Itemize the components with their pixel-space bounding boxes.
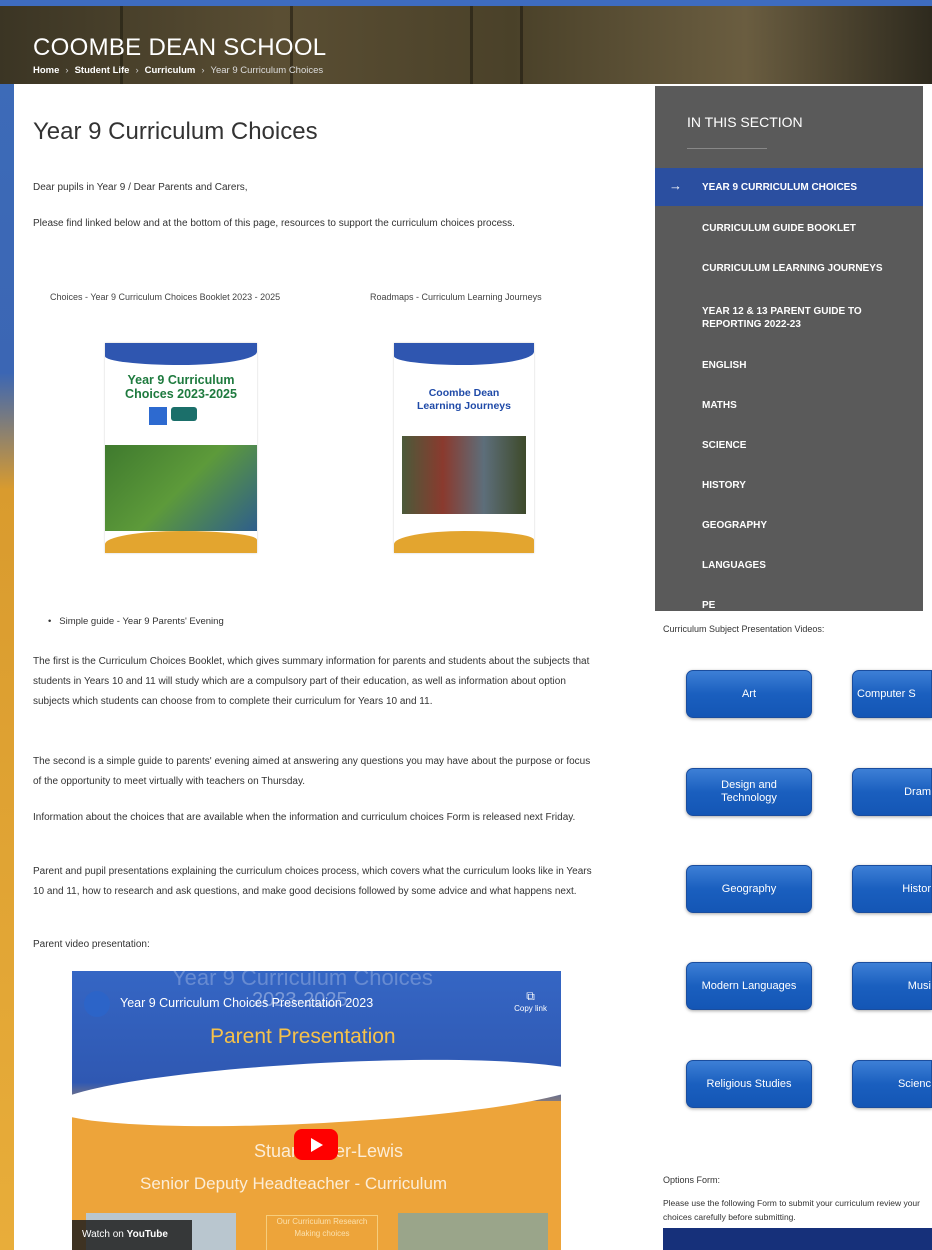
paragraph-booklet: The first is the Curriculum Choices Book… bbox=[33, 656, 590, 707]
channel-logo-icon[interactable] bbox=[84, 991, 110, 1017]
video-info-box: Our Curriculum Research Making choices bbox=[266, 1215, 378, 1250]
nav-item-label: PE bbox=[702, 600, 716, 611]
options-form-label: Options Form: bbox=[663, 1175, 721, 1185]
geography-video-button[interactable]: Geography bbox=[686, 865, 812, 913]
presenter-role: Senior Deputy Headteacher - Curriculum bbox=[140, 1174, 448, 1193]
learning-journeys-cover-image[interactable]: Coombe Dean Learning Journeys bbox=[394, 343, 534, 553]
nav-item-english[interactable]: ENGLISH bbox=[655, 359, 923, 372]
nav-item-label: ENGLISH bbox=[702, 360, 747, 371]
nav-item-parent-guide[interactable]: YEAR 12 & 13 PARENT GUIDE TO REPORTING 2… bbox=[655, 305, 923, 331]
watch-on-label: Watch on bbox=[82, 1229, 124, 1240]
cover-wave bbox=[105, 531, 257, 553]
history-video-button[interactable]: Histor bbox=[852, 865, 932, 913]
options-form-text: Please use the following Form to submit … bbox=[663, 1198, 920, 1222]
video-label: Parent video presentation: bbox=[33, 939, 150, 950]
parents-evening-guide-link[interactable]: • Simple guide - Year 9 Parents' Evening bbox=[48, 616, 224, 627]
nav-item-maths[interactable]: MATHS bbox=[655, 399, 923, 412]
play-button-icon[interactable] bbox=[294, 1129, 338, 1160]
trust-logo-icon bbox=[171, 407, 197, 421]
booklet-caption[interactable]: Choices - Year 9 Curriculum Choices Book… bbox=[50, 292, 280, 302]
greeting-text: Dear pupils in Year 9 / Dear Parents and… bbox=[33, 182, 248, 193]
nav-item-geography[interactable]: GEOGRAPHY bbox=[655, 519, 923, 532]
header-decoration bbox=[470, 6, 473, 84]
subject-videos-caption: Curriculum Subject Presentation Videos: bbox=[663, 624, 825, 634]
breadcrumb-current: Year 9 Curriculum Choices bbox=[210, 65, 324, 76]
bullet-label: Simple guide - Year 9 Parents' Evening bbox=[59, 616, 224, 627]
nav-item-guide-booklet[interactable]: CURRICULUM GUIDE BOOKLET bbox=[655, 222, 923, 235]
video-subtitle: Parent Presentation bbox=[210, 1025, 396, 1048]
video-photo bbox=[398, 1213, 548, 1250]
copy-icon: ⧉ bbox=[526, 989, 535, 1003]
nav-item-label: HISTORY bbox=[702, 480, 746, 491]
youtube-video-embed[interactable]: Year 9 Curriculum Choices 2023-2025 Year… bbox=[72, 971, 561, 1250]
booklet-cover-image[interactable]: Year 9 Curriculum Choices 2023-2025 bbox=[105, 343, 257, 553]
cover-photo-grid bbox=[402, 436, 526, 514]
nav-item-label: CURRICULUM LEARNING JOURNEYS bbox=[702, 263, 883, 274]
nav-item-label: LANGUAGES bbox=[702, 560, 766, 571]
options-form-button[interactable] bbox=[663, 1228, 932, 1250]
paragraph-choices: Information about the choices that are a… bbox=[33, 812, 576, 823]
nav-item-label: GEOGRAPHY bbox=[702, 520, 768, 531]
arrow-right-icon: → bbox=[669, 178, 682, 193]
cover-wave bbox=[394, 531, 534, 553]
intro-text: Please find linked below and at the bott… bbox=[33, 218, 515, 229]
music-video-button[interactable]: Musi bbox=[852, 962, 932, 1010]
design-technology-video-button[interactable]: Design and Technology bbox=[686, 768, 812, 816]
nav-item-label: SCIENCE bbox=[702, 440, 747, 451]
computer-science-video-button[interactable]: Computer S bbox=[852, 670, 932, 718]
cover-title: Coombe Dean Learning Journeys bbox=[417, 387, 511, 412]
nav-item-pe[interactable]: PE bbox=[655, 599, 923, 611]
nav-item-label: MATHS bbox=[702, 400, 737, 411]
youtube-logo-icon: YouTube bbox=[126, 1229, 168, 1240]
cover-photo bbox=[105, 445, 257, 531]
paragraph-guide: The second is a simple guide to parents'… bbox=[33, 756, 591, 787]
nav-item-learning-journeys[interactable]: CURRICULUM LEARNING JOURNEYS bbox=[655, 262, 923, 275]
nav-heading: IN THIS SECTION bbox=[687, 114, 803, 130]
nav-item-year9-choices[interactable]: → YEAR 9 CURRICULUM CHOICES bbox=[655, 168, 923, 206]
page-title: Year 9 Curriculum Choices bbox=[33, 118, 318, 145]
in-this-section-nav: IN THIS SECTION → YEAR 9 CURRICULUM CHOIC… bbox=[655, 86, 923, 611]
drama-video-button[interactable]: Dram bbox=[852, 768, 932, 816]
nav-divider bbox=[687, 148, 767, 149]
nav-item-languages[interactable]: LANGUAGES bbox=[655, 559, 923, 572]
button-label: Design and Technology bbox=[721, 779, 777, 804]
roadmaps-caption[interactable]: Roadmaps - Curriculum Learning Journeys bbox=[370, 292, 542, 302]
copy-link-button[interactable]: ⧉ Copy link bbox=[514, 989, 547, 1013]
nav-item-label: YEAR 12 & 13 PARENT GUIDE TO REPORTING 2… bbox=[702, 306, 862, 330]
breadcrumb-home[interactable]: Home bbox=[33, 65, 59, 76]
school-logo-icon bbox=[149, 407, 167, 425]
header-decoration bbox=[520, 6, 523, 84]
religious-studies-video-button[interactable]: Religious Studies bbox=[686, 1060, 812, 1108]
cover-wave bbox=[105, 343, 257, 365]
breadcrumb-separator: › bbox=[135, 65, 139, 76]
nav-item-science[interactable]: SCIENCE bbox=[655, 439, 923, 452]
site-header: COOMBE DEAN SCHOOL Home › Student Life › Cur… bbox=[0, 0, 932, 84]
copy-link-label: Copy link bbox=[514, 1004, 547, 1013]
site-title[interactable]: COOMBE DEAN SCHOOL bbox=[33, 34, 326, 62]
breadcrumb-curriculum[interactable]: Curriculum bbox=[145, 65, 196, 76]
breadcrumb-separator: › bbox=[201, 65, 205, 76]
video-title[interactable]: Year 9 Curriculum Choices Presentation 2… bbox=[120, 996, 373, 1010]
paragraph-presentations: Parent and pupil presentations explainin… bbox=[33, 866, 592, 897]
breadcrumb: Home › Student Life › Curriculum › Year 9 Curr… bbox=[33, 65, 329, 76]
cover-title: Year 9 Curriculum Choices 2023-2025 bbox=[125, 373, 237, 401]
modern-languages-video-button[interactable]: Modern Languages bbox=[686, 962, 812, 1010]
breadcrumb-student-life[interactable]: Student Life bbox=[75, 65, 130, 76]
art-video-button[interactable]: Art bbox=[686, 670, 812, 718]
science-video-button[interactable]: Scienc bbox=[852, 1060, 932, 1108]
nav-item-history[interactable]: HISTORY bbox=[655, 479, 923, 492]
watch-on-youtube-button[interactable]: Watch on YouTube bbox=[72, 1220, 192, 1250]
video-faint-title: Year 9 Curriculum Choices bbox=[172, 971, 433, 990]
breadcrumb-separator: › bbox=[65, 65, 69, 76]
nav-item-label: YEAR 9 CURRICULUM CHOICES bbox=[702, 182, 858, 193]
nav-item-label: CURRICULUM GUIDE BOOKLET bbox=[702, 223, 856, 234]
cover-wave bbox=[394, 343, 534, 365]
